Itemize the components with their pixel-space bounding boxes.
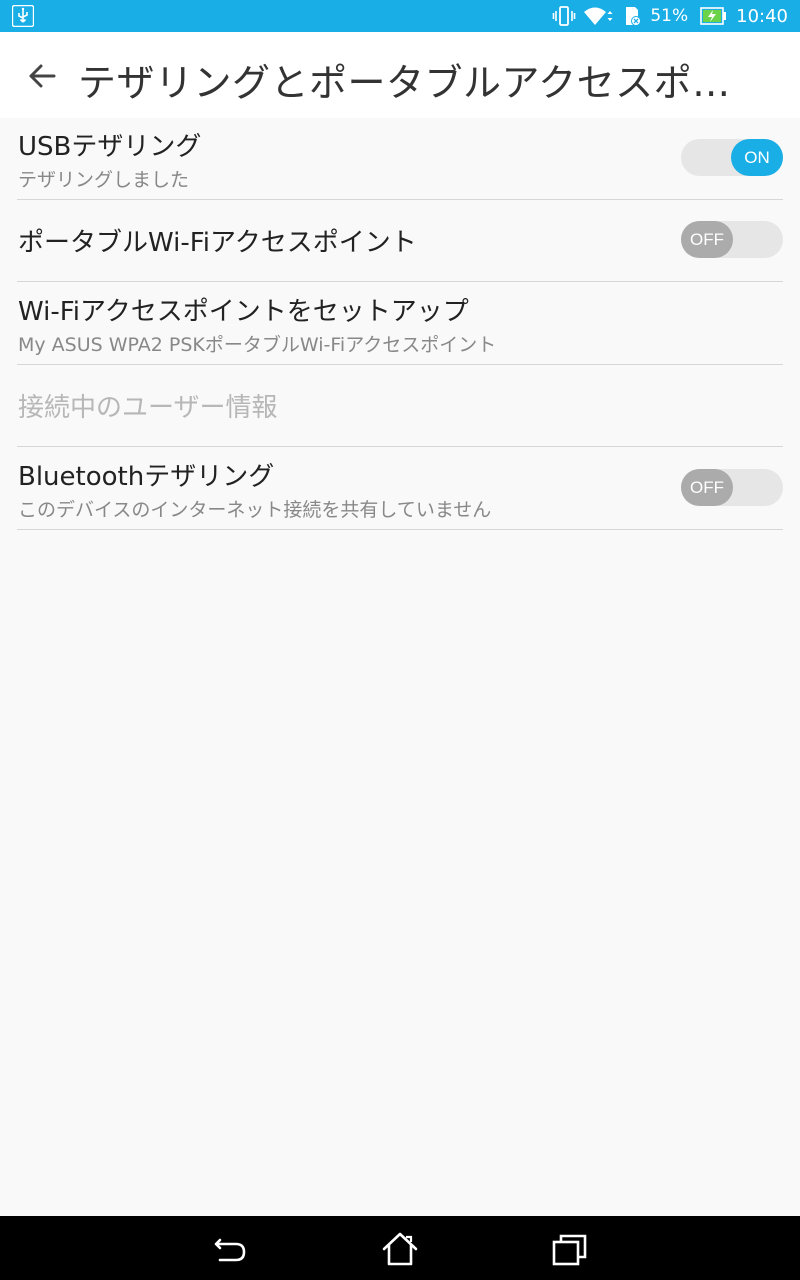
home-icon[interactable] — [380, 1230, 420, 1270]
hotspot-setup-row[interactable]: Wi-Fiアクセスポイントをセットアップ My ASUS WPA2 PSKポータ… — [17, 282, 783, 365]
bluetooth-tethering-summary: このデバイスのインターネット接続を共有していません — [18, 499, 492, 521]
hotspot-setup-title: Wi-Fiアクセスポイントをセットアップ — [18, 297, 469, 327]
usb-tethering-summary: テザリングしました — [18, 169, 190, 191]
connected-users-row: 接続中のユーザー情報 — [17, 365, 783, 447]
bluetooth-tethering-toggle[interactable]: OFF — [681, 469, 783, 506]
hotspot-setup-summary: My ASUS WPA2 PSKポータブルWi-Fiアクセスポイント — [18, 334, 497, 356]
toggle-label: ON — [731, 139, 783, 176]
settings-list: USBテザリング テザリングしました ON ポータブルWi-Fiアクセスポイント… — [0, 118, 800, 530]
bluetooth-tethering-title: Bluetoothテザリング — [18, 462, 275, 492]
toggle-label: OFF — [681, 221, 733, 258]
status-bar: 51% 10:40 — [0, 0, 800, 32]
recent-apps-icon[interactable] — [550, 1230, 590, 1270]
battery-charging-icon — [700, 6, 728, 26]
wifi-icon — [582, 5, 616, 27]
page-title: テザリングとポータブルアクセスポ… — [78, 61, 731, 105]
usb-tethering-row[interactable]: USBテザリング テザリングしました ON — [17, 118, 783, 200]
arrow-back-icon[interactable] — [26, 60, 58, 92]
toggle-label: OFF — [681, 469, 733, 506]
clock: 10:40 — [736, 5, 788, 27]
app-bar: テザリングとポータブルアクセスポ… — [0, 32, 800, 118]
usb-tethering-toggle[interactable]: ON — [681, 139, 783, 176]
portable-hotspot-title: ポータブルWi-Fiアクセスポイント — [18, 228, 417, 258]
portable-hotspot-toggle[interactable]: OFF — [681, 221, 783, 258]
battery-percent: 51% — [650, 6, 689, 26]
usb-icon — [11, 4, 35, 31]
portable-hotspot-row[interactable]: ポータブルWi-Fiアクセスポイント OFF — [17, 200, 783, 282]
navigation-bar — [0, 1216, 800, 1280]
back-nav-icon[interactable] — [210, 1230, 250, 1270]
sd-card-icon — [622, 5, 642, 27]
connected-users-title: 接続中のユーザー情報 — [18, 393, 278, 423]
vibrate-icon — [552, 5, 576, 27]
bluetooth-tethering-row[interactable]: Bluetoothテザリング このデバイスのインターネット接続を共有していません… — [17, 447, 783, 530]
usb-tethering-title: USBテザリング — [18, 132, 202, 162]
